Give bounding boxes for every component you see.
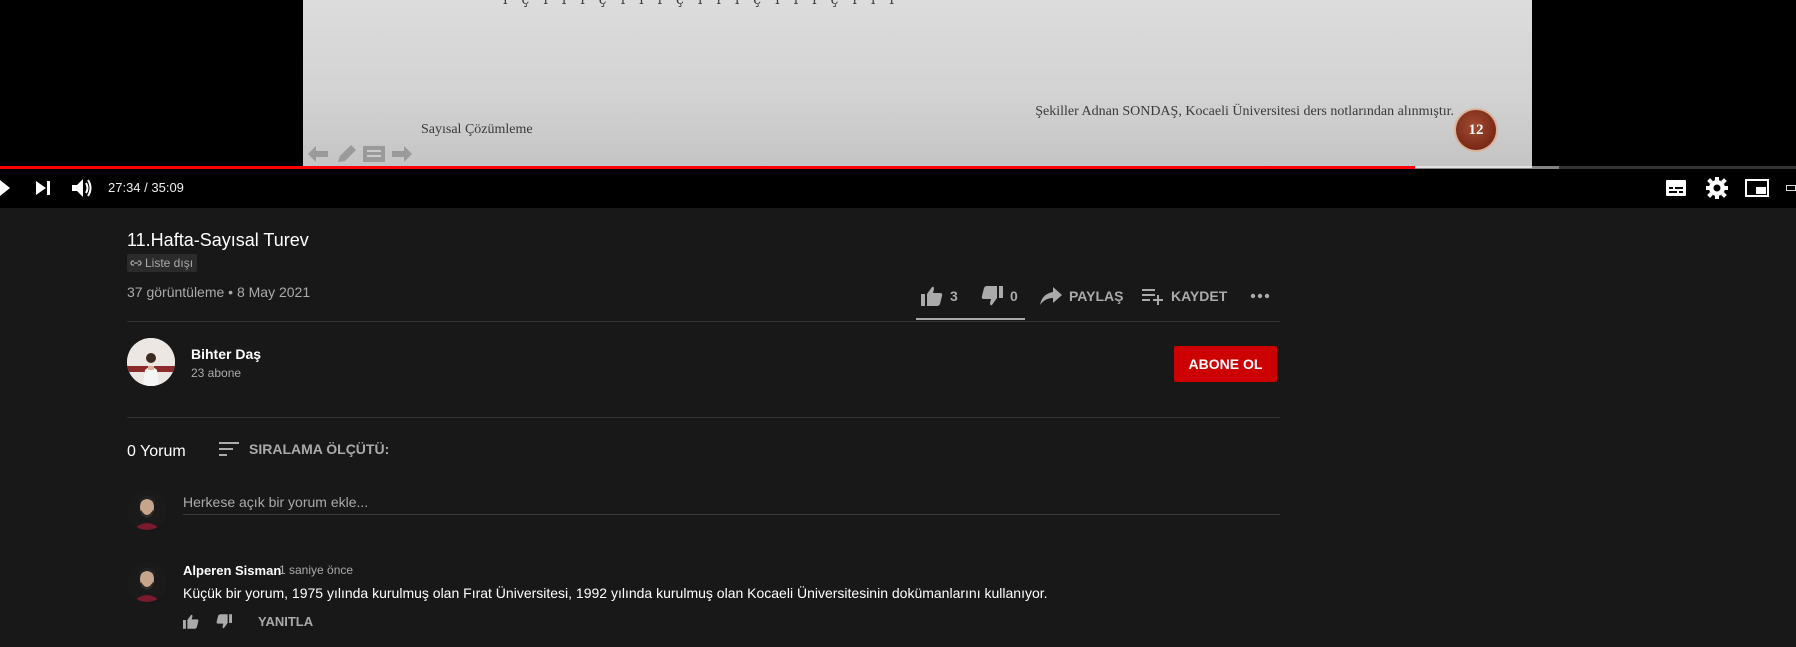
video-frame[interactable]: ıçıııçıııçıııçıııçııı Şekiller Adnan SON… [303, 0, 1532, 168]
time-display: 27:34 / 35:09 [108, 180, 184, 195]
save-label: KAYDET [1171, 288, 1228, 304]
theater-button[interactable] [1786, 174, 1796, 202]
like-ratio-bar [916, 318, 1025, 320]
subscribe-button[interactable]: ABONE OL [1174, 346, 1277, 382]
comment-timestamp[interactable]: 1 saniye önce [279, 563, 353, 577]
next-button[interactable] [34, 174, 52, 202]
settings-button[interactable] [1705, 174, 1729, 202]
share-icon [1040, 287, 1062, 305]
comment-dislike-button[interactable] [216, 614, 232, 629]
like-count: 3 [950, 288, 958, 304]
volume-button[interactable] [70, 174, 94, 202]
sort-label: SIRALAMA ÖLÇÜTÜ: [249, 441, 390, 457]
play-icon [0, 180, 10, 196]
comment-author-avatar[interactable] [127, 562, 167, 602]
like-icon [183, 614, 199, 629]
miniplayer-icon [1745, 179, 1769, 197]
more-icon [1250, 293, 1270, 299]
volume-icon [72, 179, 92, 197]
sort-button[interactable]: SIRALAMA ÖLÇÜTÜ: [219, 441, 389, 457]
sort-icon [219, 442, 239, 456]
like-button[interactable]: 3 [921, 284, 958, 308]
arrow-right-icon [392, 146, 412, 162]
channel-avatar[interactable] [127, 338, 175, 386]
subtitles-icon [1666, 180, 1686, 196]
save-button[interactable]: KAYDET [1142, 284, 1227, 308]
reply-button[interactable]: YANITLA [258, 614, 313, 629]
play-button[interactable] [0, 174, 12, 202]
divider [127, 417, 1280, 418]
slide-credit: Şekiller Adnan SONDAŞ, Kocaeli Üniversit… [1035, 104, 1454, 119]
user-avatar [127, 490, 167, 530]
miniplayer-button[interactable] [1744, 174, 1770, 202]
channel-name[interactable]: Bihter Daş [191, 346, 261, 362]
divider [127, 321, 1280, 322]
unlisted-badge: Liste dışı [127, 254, 198, 272]
unlisted-label: Liste dışı [145, 256, 194, 270]
subtitles-button[interactable] [1664, 174, 1688, 202]
save-playlist-icon [1142, 289, 1163, 305]
comment-input[interactable] [183, 489, 1280, 515]
dislike-button[interactable]: 0 [981, 284, 1018, 308]
dislike-count: 0 [1010, 288, 1018, 304]
comment-text: Küçük bir yorum, 1975 yılında kurulmuş o… [183, 585, 1048, 601]
subscriber-count: 23 abone [191, 366, 242, 380]
video-title: 11.Hafta-Sayısal Turev [127, 230, 309, 250]
pencil-icon [338, 145, 356, 162]
theater-icon [1786, 185, 1796, 191]
like-icon [921, 286, 943, 306]
comment-author[interactable]: Alperen Sisman [183, 563, 281, 578]
share-button[interactable]: PAYLAŞ [1040, 284, 1123, 308]
progress-bar[interactable] [0, 166, 1796, 169]
link-icon [130, 260, 142, 266]
settings-icon [1706, 177, 1728, 199]
menu-icon [363, 146, 385, 162]
slide-number-badge: 12 [1454, 108, 1498, 152]
slide-title: Sayısal Çözümleme [421, 122, 533, 137]
comments-count: 0 Yorum [127, 443, 186, 460]
dislike-icon [981, 286, 1003, 306]
share-label: PAYLAŞ [1069, 288, 1124, 304]
view-date-meta: 37 görüntüleme • 8 May 2021 [127, 284, 311, 300]
comment-actions: YANITLA [183, 614, 313, 629]
next-icon [36, 181, 50, 195]
arrow-left-icon [308, 146, 328, 162]
progress-played [0, 166, 1416, 169]
slide-nav [306, 144, 414, 166]
slide-glyphs: ıçıııçıııçıııçıııçııı [503, 0, 908, 8]
video-player[interactable]: ıçıııçıııçıııçıııçııı Şekiller Adnan SON… [0, 0, 1796, 208]
dislike-icon [216, 614, 232, 629]
more-actions-button[interactable] [1250, 284, 1270, 308]
page: ıçıııçıııçıııçıııçııı Şekiller Adnan SON… [0, 0, 1796, 647]
comment-like-button[interactable] [183, 614, 199, 629]
player-controls: 27:34 / 35:09 [0, 174, 1796, 204]
